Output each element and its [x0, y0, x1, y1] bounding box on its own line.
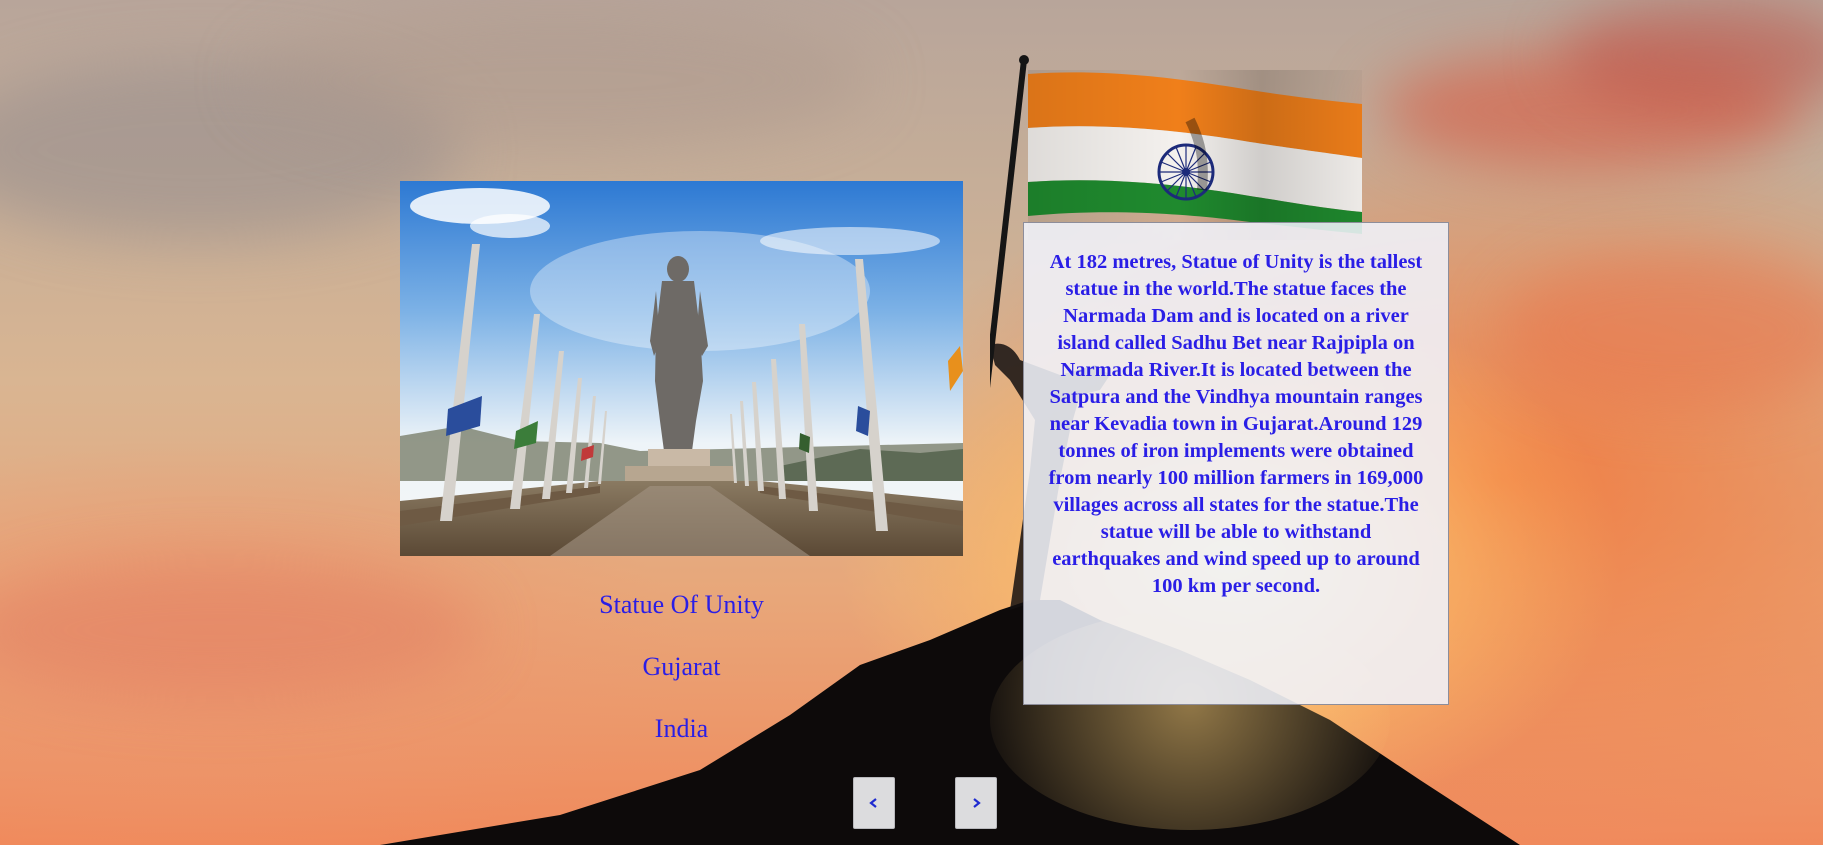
prev-button[interactable] [853, 777, 895, 829]
chevron-left-icon [869, 798, 877, 808]
next-button[interactable] [955, 777, 997, 829]
landmark-photo [400, 181, 963, 556]
landmark-description: At 182 metres, Statue of Unity is the ta… [1048, 251, 1424, 597]
landmark-state: Gujarat [642, 652, 721, 681]
landmark-name: Statue Of Unity [599, 590, 764, 619]
chevron-right-icon [973, 798, 981, 808]
landmark-country: India [654, 714, 709, 743]
statue-photo-icon [400, 181, 963, 556]
description-panel: At 182 metres, Statue of Unity is the ta… [1023, 222, 1449, 705]
slideshow-stage: Statue Of Unity Gujarat India At 182 met… [0, 0, 1823, 845]
